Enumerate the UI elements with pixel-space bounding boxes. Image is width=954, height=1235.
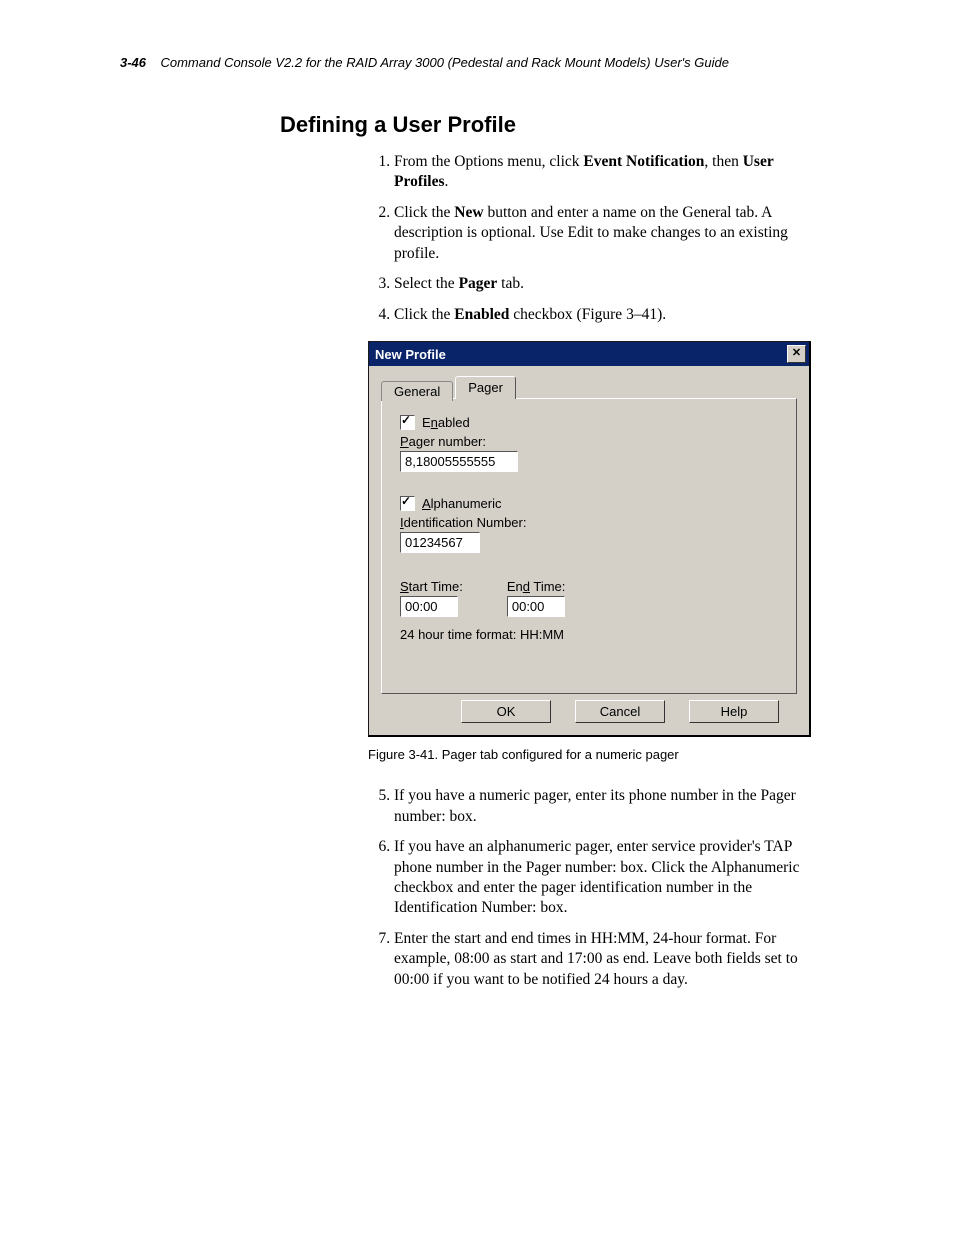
step-7: Enter the start and end times in HH:MM, …: [394, 929, 816, 990]
help-button[interactable]: Help: [689, 700, 779, 723]
running-header: 3-46 Command Console V2.2 for the RAID A…: [120, 55, 844, 70]
figure-caption: Figure 3-41. Pager tab configured for a …: [368, 747, 844, 762]
new-profile-dialog: New Profile ✕ General Pager Enabled: [368, 341, 811, 737]
time-format-hint: 24 hour time format: HH:MM: [400, 627, 778, 642]
tab-general[interactable]: General: [381, 381, 453, 401]
start-time-input[interactable]: 00:00: [400, 596, 458, 617]
identification-number-input[interactable]: 01234567: [400, 532, 480, 553]
header-title: Command Console V2.2 for the RAID Array …: [160, 55, 728, 70]
steps-top: From the Options menu, click Event Notif…: [368, 152, 816, 325]
enabled-checkbox[interactable]: [400, 415, 415, 430]
alphanumeric-checkbox[interactable]: [400, 496, 415, 511]
start-time-label: Start Time:: [400, 579, 463, 594]
dialog-titlebar: New Profile ✕: [369, 342, 809, 366]
enabled-label: Enabled: [422, 415, 470, 430]
end-time-label: End Time:: [507, 579, 566, 594]
section-heading: Defining a User Profile: [280, 112, 844, 138]
pager-number-label: Pager number:: [400, 434, 778, 449]
step-2: Click the New button and enter a name on…: [394, 203, 816, 264]
tab-strip: General Pager: [381, 376, 797, 399]
steps-bottom: If you have a numeric pager, enter its p…: [368, 786, 816, 990]
identification-number-label: Identification Number:: [400, 515, 778, 530]
step-6: If you have an alphanumeric pager, enter…: [394, 837, 816, 919]
alphanumeric-label: Alphanumeric: [422, 496, 502, 511]
close-icon[interactable]: ✕: [787, 345, 806, 363]
dialog-title: New Profile: [375, 347, 446, 362]
ok-button[interactable]: OK: [461, 700, 551, 723]
page-number: 3-46: [120, 55, 146, 70]
tab-pager[interactable]: Pager: [455, 376, 516, 399]
step-1: From the Options menu, click Event Notif…: [394, 152, 816, 193]
cancel-button[interactable]: Cancel: [575, 700, 665, 723]
pager-tab-panel: Enabled Pager number: 8,18005555555 Al: [381, 398, 797, 694]
end-time-input[interactable]: 00:00: [507, 596, 565, 617]
step-5: If you have a numeric pager, enter its p…: [394, 786, 816, 827]
step-4: Click the Enabled checkbox (Figure 3–41)…: [394, 305, 816, 325]
step-3: Select the Pager tab.: [394, 274, 816, 294]
pager-number-input[interactable]: 8,18005555555: [400, 451, 518, 472]
